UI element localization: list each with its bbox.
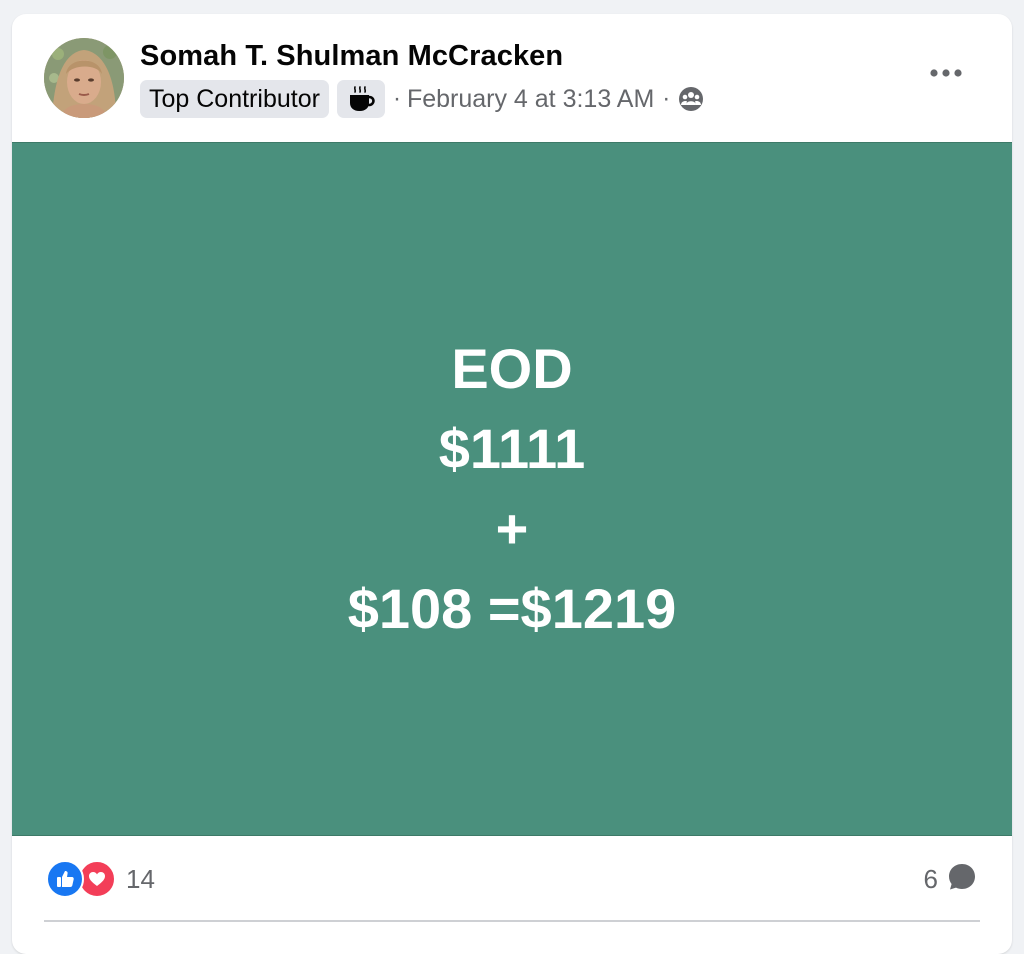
post-header: Somah T. Shulman McCracken Top Contribut…	[12, 14, 1012, 142]
post-text-line: $108 =$1219	[347, 577, 677, 640]
post-timestamp[interactable]: February 4 at 3:13 AM	[407, 85, 654, 114]
meta-separator: ·	[662, 85, 671, 112]
post-card: Somah T. Shulman McCracken Top Contribut…	[12, 14, 1012, 954]
post-footer: 14 6	[12, 836, 1012, 954]
author-avatar[interactable]	[44, 38, 124, 118]
meta-separator: ·	[392, 85, 401, 112]
reaction-count: 14	[126, 863, 155, 894]
comments-summary[interactable]: 6	[924, 860, 978, 898]
like-icon	[46, 860, 84, 898]
more-options-icon[interactable]	[924, 58, 968, 88]
reactions-summary[interactable]: 14	[46, 860, 155, 898]
avatar-image	[44, 38, 124, 118]
post-text-line: +	[495, 497, 529, 560]
footer-divider	[44, 920, 980, 922]
author-name[interactable]: Somah T. Shulman McCracken	[140, 40, 563, 73]
post-text-background: EOD $1111 + $108 =$1219	[12, 142, 1012, 836]
top-contributor-badge[interactable]: Top Contributor	[140, 80, 329, 118]
post-meta: Top Contributor · February 4 at 3:13 AM …	[140, 79, 704, 119]
coffee-cup-icon[interactable]	[336, 80, 385, 118]
comment-count: 6	[923, 863, 938, 894]
comment-bubble-icon	[946, 861, 978, 898]
group-icon[interactable]	[678, 86, 704, 112]
post-text-line: EOD	[451, 337, 573, 400]
post-text-line: $1111	[438, 417, 586, 480]
